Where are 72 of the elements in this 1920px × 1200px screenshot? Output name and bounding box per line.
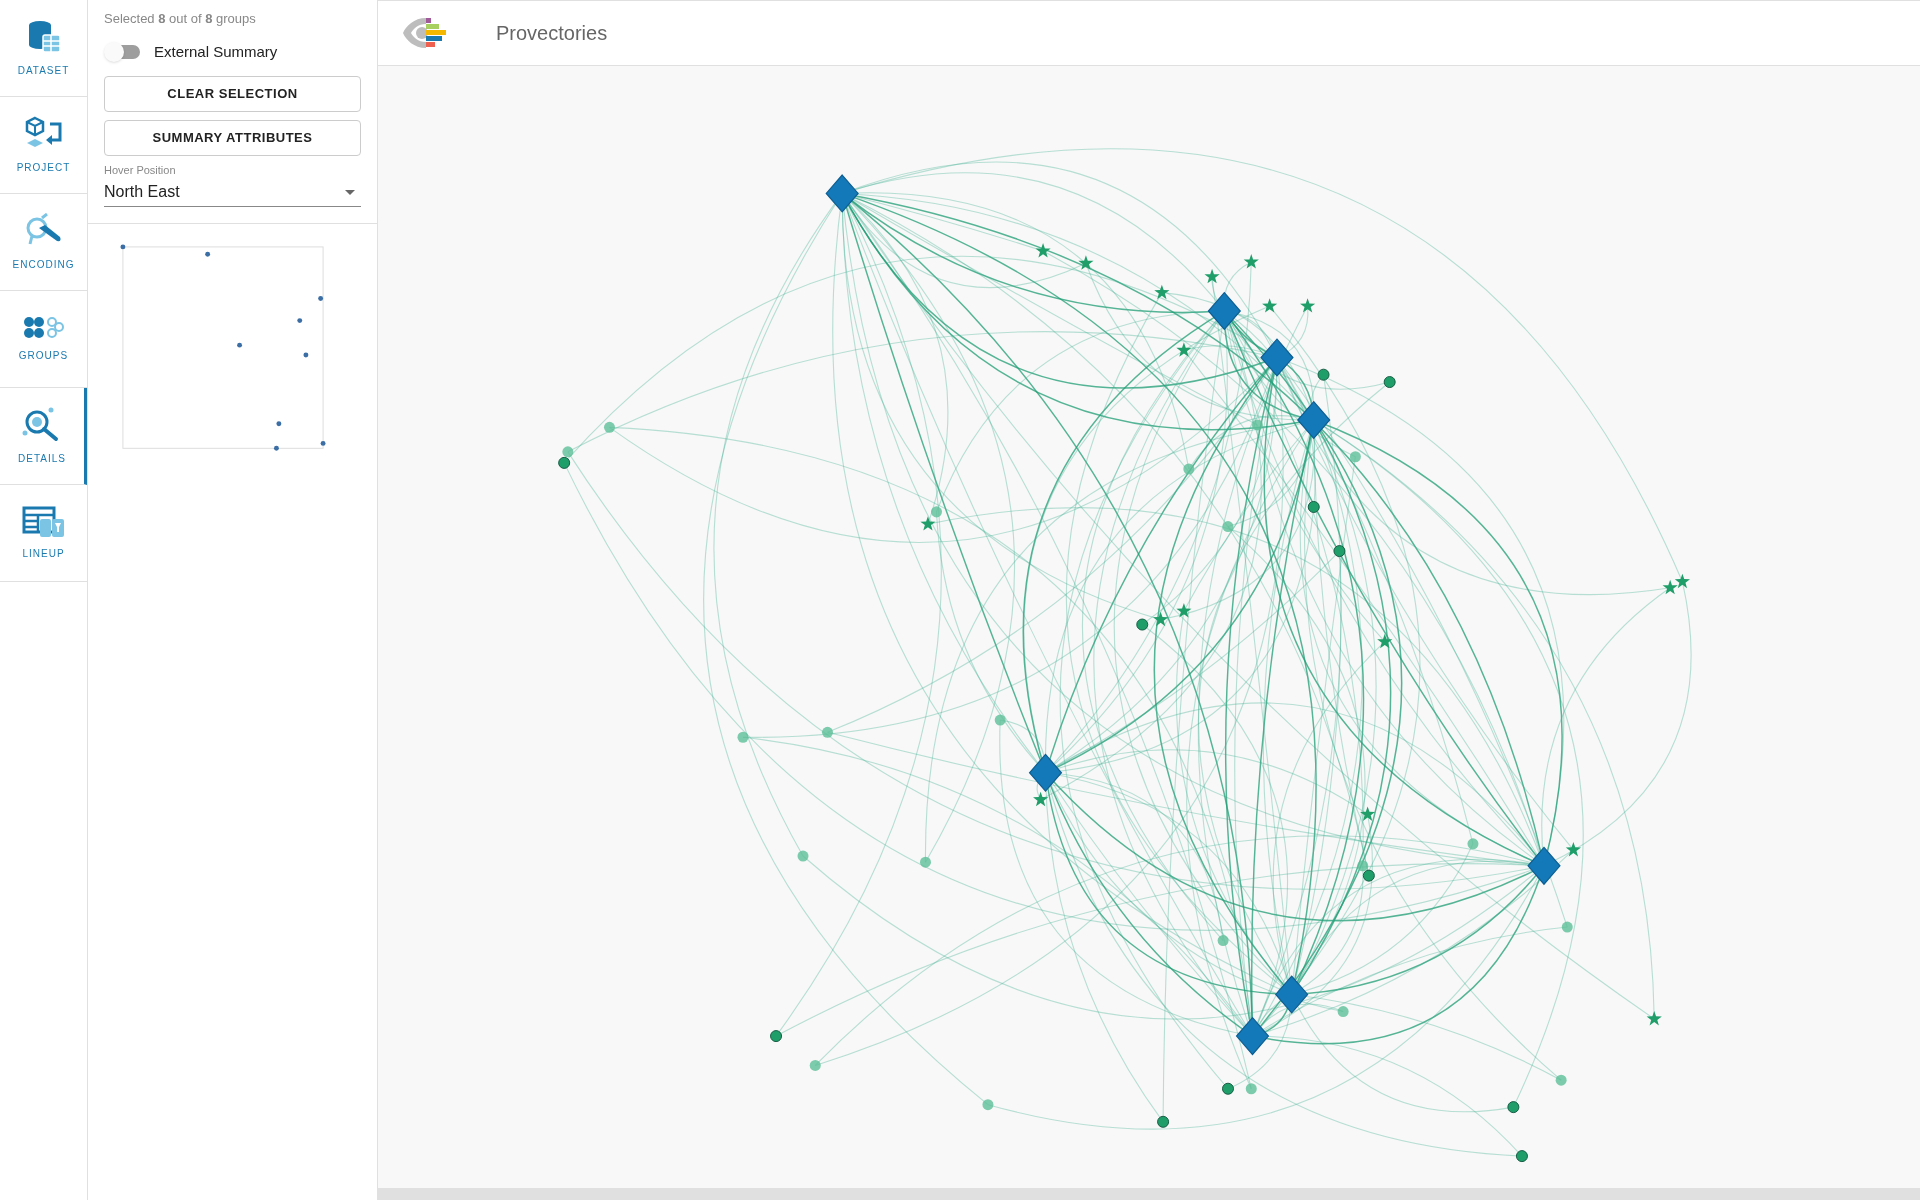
diamond-node (1274, 975, 1309, 1014)
star-node (1154, 284, 1170, 300)
circle-node (1357, 860, 1369, 872)
diamond-node (1235, 1016, 1270, 1056)
circle-node (558, 456, 571, 469)
circle-node (809, 1059, 821, 1071)
app-title: Provectories (496, 21, 608, 46)
star-node (1662, 579, 1678, 595)
circle-node (737, 731, 749, 743)
circle-node (1337, 1006, 1349, 1018)
outlined-button[interactable]: SUMMARY ATTRIBUTES (104, 120, 361, 156)
star-node (1646, 1010, 1662, 1026)
circle-node (1157, 1115, 1170, 1128)
circle-node (1507, 1101, 1520, 1114)
circle-node (1183, 463, 1195, 475)
circle-node (919, 856, 931, 868)
circle-node (1217, 935, 1229, 947)
star-node (1262, 298, 1278, 313)
circle-node (603, 421, 615, 433)
table-filter-icon (21, 505, 66, 538)
diamond-node (1260, 338, 1294, 377)
circle-node (1222, 521, 1234, 533)
star-node (1204, 268, 1220, 284)
star-node (1035, 243, 1051, 258)
circle-node (1251, 419, 1263, 431)
star-node (1377, 633, 1393, 649)
circle-node (1383, 376, 1396, 389)
select-label: Hover Position (104, 163, 177, 178)
circle-node (822, 726, 833, 738)
circle-node (931, 506, 942, 518)
toggle-switch[interactable] (104, 41, 142, 62)
star-node (1360, 806, 1376, 821)
circle-node (1333, 545, 1346, 558)
star-node (1033, 791, 1049, 807)
diamond-node (825, 174, 859, 213)
circle-node (797, 850, 809, 862)
hover-position-select[interactable]: North East (104, 178, 361, 207)
selection-summary: Selected 8 out of 8 groups (104, 10, 257, 28)
star-node (1243, 254, 1259, 269)
horizontal-scrollbar[interactable] (378, 1188, 1920, 1200)
circle-node (1467, 838, 1479, 850)
star-node (1153, 611, 1169, 627)
circle-node (1307, 500, 1320, 513)
circle-node (1515, 1150, 1528, 1163)
circle-node (1362, 869, 1375, 882)
circle-node (1222, 1082, 1234, 1095)
circle-node (1555, 1074, 1567, 1086)
star-node (1300, 298, 1316, 313)
circle-node (1349, 451, 1361, 463)
star-node (1176, 342, 1192, 357)
star-node (1078, 255, 1094, 270)
diamond-node (1207, 291, 1242, 331)
star-node (1176, 603, 1192, 618)
dropdown-caret-icon (345, 189, 355, 195)
diamond-node (1527, 846, 1561, 886)
circle-node (994, 714, 1006, 726)
circle-node (1561, 921, 1573, 933)
circle-node (562, 446, 574, 458)
groups-icon (22, 315, 65, 340)
diamond-node (1028, 753, 1063, 793)
star-node (1565, 841, 1581, 857)
circle-node (1317, 368, 1330, 381)
circle-node (1245, 1083, 1257, 1095)
circle-node (982, 1099, 994, 1111)
outlined-button[interactable]: CLEAR SELECTION (104, 76, 361, 112)
circle-node (1136, 618, 1149, 631)
sidebar-tab[interactable]: DETAILS (0, 388, 87, 485)
star-node (1674, 573, 1690, 589)
toggle-label: External Summary (154, 41, 278, 62)
circle-node (770, 1030, 783, 1043)
star-node (920, 516, 936, 531)
diamond-node (1297, 400, 1331, 440)
